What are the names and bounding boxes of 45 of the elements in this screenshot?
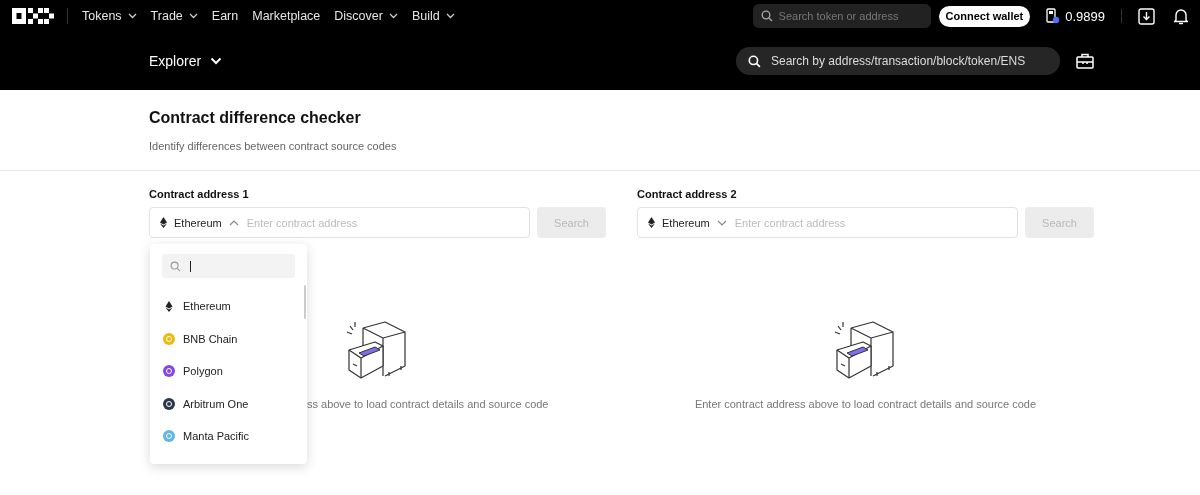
bell-icon[interactable]	[1174, 7, 1188, 25]
field-label: Contract address 2	[637, 188, 738, 200]
scrollbar[interactable]	[304, 285, 306, 319]
address-field[interactable]: Ethereum Enter contract address	[149, 207, 530, 238]
connect-wallet-button[interactable]: Connect wallet	[938, 5, 1031, 27]
nav-item[interactable]: Earn	[211, 9, 239, 23]
chevron-down-icon	[445, 13, 455, 19]
explorer-menu[interactable]: Explorer	[149, 53, 223, 69]
page-subtitle: Identify differences between contract source codes	[149, 140, 398, 152]
download-icon[interactable]	[1138, 7, 1155, 25]
search-field[interactable]	[162, 254, 295, 278]
chevron-down-icon	[716, 219, 727, 226]
chevron-down-icon	[388, 13, 398, 19]
search-field[interactable]: Search token or address	[752, 4, 931, 28]
ethereum-icon	[160, 217, 167, 228]
chain-option[interactable]: Ethereum	[163, 290, 293, 323]
nav-item[interactable]: Tokens	[82, 9, 137, 23]
empty-state-text: ss above to load contract details and source code	[306, 398, 549, 410]
nav-item[interactable]: Discover	[334, 9, 398, 23]
chain-selector[interactable]: Ethereum	[648, 216, 727, 229]
chain-option[interactable]: BNB Chain	[163, 322, 293, 355]
page-title: Contract difference checker	[149, 109, 362, 127]
chevron-down-icon	[210, 57, 223, 65]
chevron-down-icon	[188, 13, 198, 19]
nav-item[interactable]: Marketplace	[252, 9, 321, 23]
search-field[interactable]: Search by address/transaction/block/token/ENS	[736, 47, 1060, 75]
chevron-up-icon	[228, 219, 239, 226]
chain-option[interactable]: Polygon	[163, 355, 293, 388]
fuel-pump-icon	[1046, 8, 1061, 24]
field-label: Contract address 1	[149, 188, 250, 200]
chain-option[interactable]: Arbitrum One	[163, 387, 293, 420]
search-icon	[748, 54, 761, 68]
price-text: 0.9899	[1065, 8, 1105, 24]
search-icon	[170, 260, 181, 272]
nav-item[interactable]: Trade	[150, 9, 198, 23]
logo-icon[interactable]	[12, 8, 54, 24]
search-icon	[760, 10, 773, 22]
toolbox-icon[interactable]	[1076, 53, 1094, 69]
chain-selector[interactable]: Ethereum	[160, 216, 239, 229]
empty-state-text: Enter contract address above to load contract details and source code	[694, 398, 1037, 410]
nav-item[interactable]: Build	[411, 9, 455, 23]
chevron-down-icon	[127, 13, 137, 19]
chain-option[interactable]: Manta Pacific	[163, 420, 293, 453]
ethereum-icon	[648, 217, 655, 228]
address-field[interactable]: Ethereum Enter contract address	[637, 207, 1018, 238]
